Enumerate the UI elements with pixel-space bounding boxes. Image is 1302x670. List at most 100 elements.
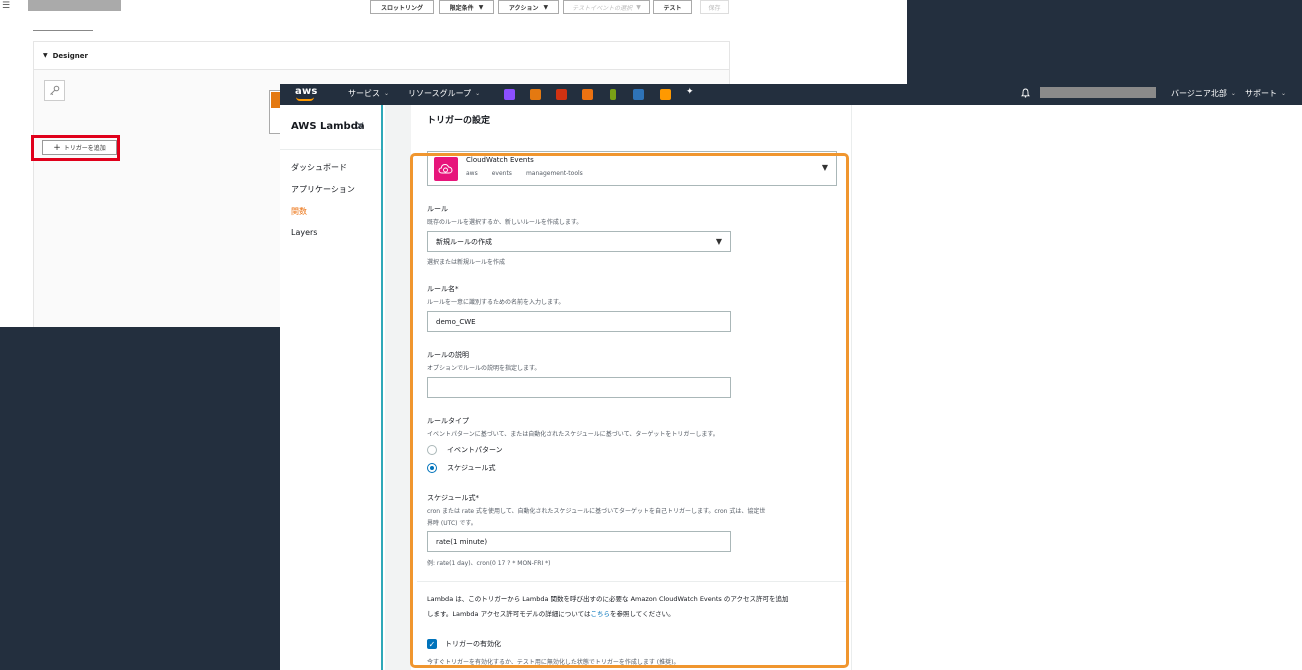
trigger-source-select[interactable]: CloudWatch Events aws events management-…: [427, 151, 837, 186]
schedule-expression-description-2: 界時 (UTC) です。: [427, 520, 477, 527]
chevron-down-icon: ⌄: [475, 90, 481, 97]
region-menu[interactable]: バージニア北部 ⌄: [1171, 88, 1236, 99]
trigger-source-tags: aws events management-tools: [466, 170, 583, 177]
actions-label: アクション: [508, 4, 539, 12]
tag: aws: [466, 170, 478, 177]
tag: management-tools: [525, 170, 583, 177]
purple-service-icon[interactable]: [504, 89, 515, 100]
rule-type-label: ルールタイプ: [427, 417, 469, 425]
rule-select[interactable]: 新規ルールの作成 ▼: [427, 231, 731, 252]
qualifiers-dropdown[interactable]: 限定条件 ▼: [439, 0, 494, 14]
sidebar-item-dashboard[interactable]: ダッシュボード: [291, 162, 347, 173]
trigger-config-title: トリガーの設定: [427, 116, 491, 126]
schedule-expression-label: スケジュール式*: [427, 494, 480, 502]
collapse-triangle-icon: ▼: [43, 52, 48, 59]
support-menu[interactable]: サポート ⌄: [1245, 88, 1286, 99]
services-menu[interactable]: サービス ⌄: [348, 88, 389, 99]
caret-down-icon: ▼: [636, 3, 641, 11]
designer-header[interactable]: ▼ Designer: [34, 42, 729, 70]
resource-groups-label: リソースグループ: [408, 89, 472, 98]
green-service-icon[interactable]: [610, 89, 616, 100]
rule-description-label: ルールの説明: [427, 351, 469, 359]
region-label: バージニア北部: [1171, 89, 1227, 98]
caret-down-icon: ▼: [543, 3, 549, 11]
rule-description-input[interactable]: [427, 377, 731, 398]
schedule-expression-description-1: cron または rate 式を使用して、自動化されたスケジュールに基づいてター…: [427, 508, 766, 515]
trigger-source-name: CloudWatch Events: [466, 156, 534, 164]
aws-smile-icon: [296, 97, 314, 101]
rule-label: ルール: [427, 205, 448, 213]
schedule-expression-example: 例: rate(1 day)、cron(0 17 ? * MON-FRI *): [427, 560, 551, 567]
redacted-function-name: [28, 0, 121, 11]
menu-icon[interactable]: ☰: [2, 1, 10, 11]
chevron-down-icon: ⌄: [384, 90, 390, 97]
caret-down-icon: ▼: [821, 163, 828, 172]
orange-service-icon-1[interactable]: [530, 89, 541, 100]
pin-icon[interactable]: ✦: [686, 87, 694, 97]
lambda-sidebar: AWS Lambda ✕ ダッシュボード アプリケーション 関数 Layers: [280, 105, 383, 670]
enable-trigger-checkbox[interactable]: ✓ トリガーの有効化: [427, 639, 501, 649]
sidebar-title: AWS Lambda: [291, 121, 365, 132]
orange-service-icon-3[interactable]: [660, 89, 671, 100]
radio-button[interactable]: [427, 445, 437, 455]
add-trigger-label: トリガーを追加: [63, 145, 106, 152]
qualifiers-label: 限定条件: [449, 4, 474, 12]
checkbox-checked-icon[interactable]: ✓: [427, 639, 437, 649]
enable-trigger-label: トリガーの有効化: [445, 640, 501, 648]
permission-note-line1: Lambda は、このトリガーから Lambda 関数を呼び出すのに必要な Am…: [427, 595, 789, 603]
sidebar-divider: [280, 149, 381, 150]
support-label: サポート: [1245, 89, 1277, 98]
tab-underline: [33, 30, 93, 31]
rule-description: 既存のルールを選択するか、新しいルールを作成します。: [427, 219, 583, 226]
sidebar-item-layers[interactable]: Layers: [291, 228, 317, 237]
add-trigger-button[interactable]: + トリガーを追加: [42, 140, 117, 155]
permission-details-link[interactable]: こちら: [590, 610, 610, 618]
top-navigation-bar: aws サービス ⌄ リソースグループ ⌄ ✦ バージニア北部 ⌄ サポート ⌄: [280, 84, 1302, 105]
aws-logo[interactable]: aws: [295, 86, 318, 101]
sidebar-item-applications[interactable]: アプリケーション: [291, 184, 355, 195]
sidebar-item-functions[interactable]: 関数: [291, 206, 307, 217]
radio-label: イベントパターン: [447, 446, 503, 454]
chevron-down-icon: ⌄: [1230, 90, 1236, 97]
throttling-button[interactable]: スロットリング: [370, 0, 434, 14]
rule-name-description: ルールを一意に識別するための名前を入力します。: [427, 299, 565, 306]
cloudwatch-events-icon: [434, 157, 458, 181]
rule-name-label: ルール名*: [427, 285, 459, 293]
tag: events: [491, 170, 512, 177]
aws-logo-text: aws: [295, 86, 318, 97]
rule-description-help: オプションでルールの説明を指定します。: [427, 365, 541, 372]
resource-groups-menu[interactable]: リソースグループ ⌄: [408, 88, 480, 99]
foreground-console-window: aws サービス ⌄ リソースグループ ⌄ ✦ バージニア北部 ⌄ サポート ⌄: [280, 84, 1302, 670]
right-blank-area: [853, 105, 1302, 670]
orange-service-icon-2[interactable]: [582, 89, 593, 100]
actions-dropdown[interactable]: アクション ▼: [498, 0, 559, 14]
radio-event-pattern[interactable]: イベントパターン: [427, 445, 503, 455]
test-button[interactable]: テスト: [653, 0, 692, 14]
permission-note-line2: します。Lambda アクセス許可モデルの詳細についてはこちらを参照してください…: [427, 607, 843, 622]
rule-name-input[interactable]: demo_CWE: [427, 311, 731, 332]
radio-schedule-expression[interactable]: スケジュール式: [427, 463, 496, 473]
red-service-icon[interactable]: [556, 89, 567, 100]
close-icon[interactable]: ✕: [355, 119, 365, 133]
enable-trigger-description: 今すぐトリガーを有効化するか、テスト用に無効化した状態でトリガーを作成します (…: [427, 659, 680, 666]
save-button[interactable]: 保存: [700, 0, 729, 14]
plus-icon: +: [53, 142, 61, 153]
section-divider: [417, 581, 847, 582]
bell-icon[interactable]: [1021, 88, 1030, 101]
rule-type-description: イベントパターンに基づいて、または自動化されたスケジュールに基づいて、ターゲット…: [427, 431, 719, 438]
blue-service-icon[interactable]: [633, 89, 644, 100]
permission-note: Lambda は、このトリガーから Lambda 関数を呼び出すのに必要な Am…: [427, 592, 843, 622]
redacted-account-name[interactable]: [1040, 87, 1156, 98]
rule-hint: 選択または新規ルールを作成: [427, 259, 506, 266]
services-label: サービス: [348, 89, 380, 98]
key-icon[interactable]: [44, 80, 65, 101]
content-gutter: [385, 105, 411, 670]
radio-button-selected[interactable]: [427, 463, 437, 473]
caret-down-icon: ▼: [715, 237, 722, 246]
designer-title: Designer: [52, 51, 88, 60]
test-event-select[interactable]: テストイベントの選択 ▼: [563, 0, 650, 14]
permission-note-suffix: を参照してください。: [609, 610, 675, 618]
caret-down-icon: ▼: [478, 3, 484, 11]
schedule-expression-input[interactable]: rate(1 minute): [427, 531, 731, 552]
test-event-placeholder: テストイベントの選択: [572, 4, 633, 12]
